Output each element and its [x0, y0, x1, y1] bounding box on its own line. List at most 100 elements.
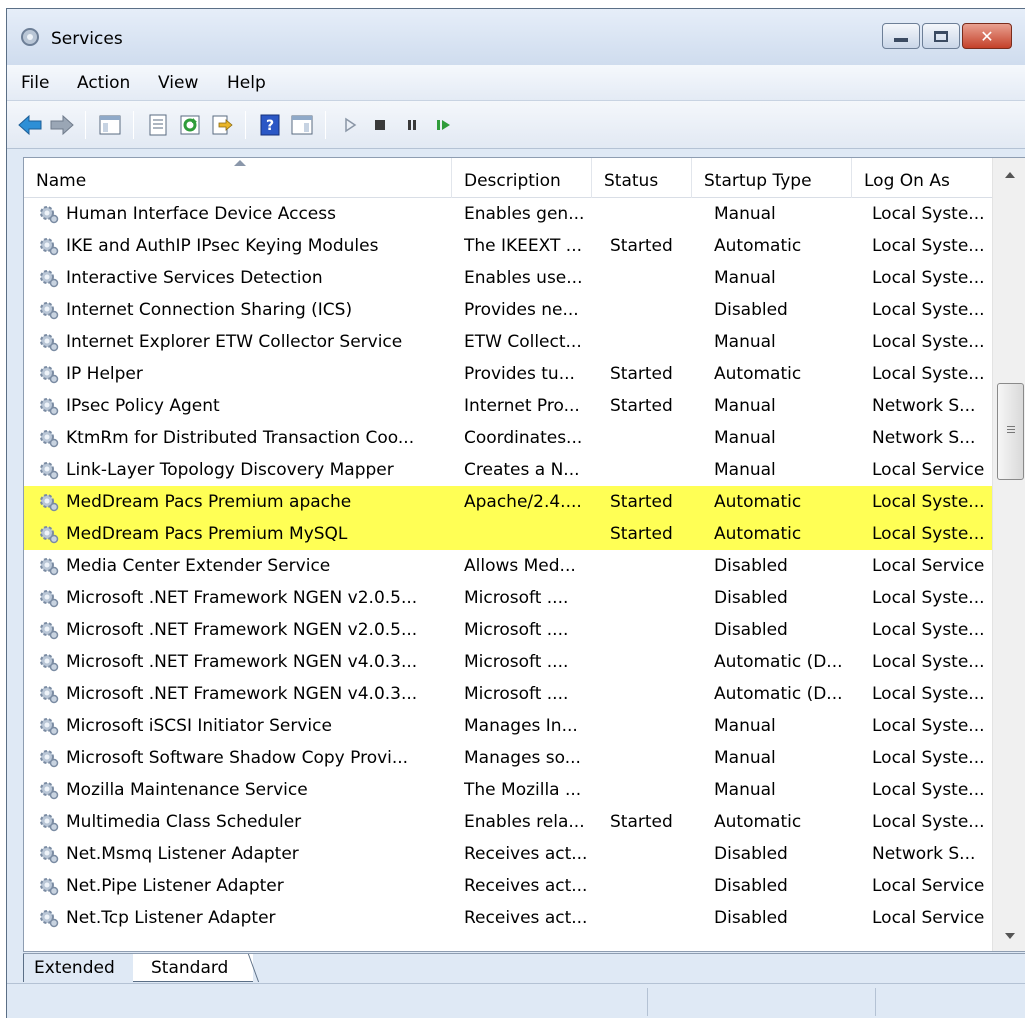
service-row[interactable]: IP Helper Provides tu... Started Automatic L…	[24, 358, 992, 390]
service-row[interactable]: Interactive Services Detection Enables us…	[24, 262, 992, 294]
menu-file[interactable]: File	[21, 73, 49, 93]
start-service-button[interactable]	[337, 112, 363, 138]
column-header-startup-type[interactable]: Startup Type	[692, 158, 852, 198]
service-row[interactable]: Microsoft .NET Framework NGEN v2.0.5... M…	[24, 582, 992, 614]
tab-extended[interactable]: Extended	[23, 954, 133, 982]
service-row[interactable]: Net.Tcp Listener Adapter Receives act... D…	[24, 902, 992, 934]
cell-startup: Automatic	[714, 492, 802, 512]
service-row[interactable]: Media Center Extender Service Allows Med.…	[24, 550, 992, 582]
service-gear-icon	[40, 718, 59, 736]
menu-help[interactable]: Help	[227, 73, 266, 93]
service-row[interactable]: Microsoft .NET Framework NGEN v4.0.3... M…	[24, 678, 992, 710]
cell-name: Net.Pipe Listener Adapter	[66, 876, 284, 896]
vertical-scrollbar[interactable]	[992, 158, 1025, 951]
cell-name: Microsoft iSCSI Initiator Service	[66, 716, 332, 736]
service-row[interactable]: Internet Explorer ETW Collector Service E…	[24, 326, 992, 358]
help-icon: ?	[260, 114, 280, 136]
menu-view[interactable]: View	[158, 73, 198, 93]
cell-description: The Mozilla ...	[464, 780, 582, 800]
service-row[interactable]: Multimedia Class Scheduler Enables rela..…	[24, 806, 992, 838]
list-header: Name Description Status Startup Type Log…	[24, 158, 992, 198]
service-row[interactable]: KtmRm for Distributed Transaction Coo...…	[24, 422, 992, 454]
cell-name: IPsec Policy Agent	[66, 396, 220, 416]
cell-startup: Manual	[714, 396, 776, 416]
cell-description: Receives act...	[464, 876, 588, 896]
cell-logon: Local Service	[872, 908, 985, 928]
cell-startup: Automatic	[714, 524, 802, 544]
cell-description: Provides tu...	[464, 364, 575, 384]
maximize-button[interactable]	[922, 23, 960, 49]
menu-action[interactable]: Action	[77, 73, 130, 93]
service-row[interactable]: Internet Connection Sharing (ICS) Provide…	[24, 294, 992, 326]
cell-status: Started	[610, 812, 673, 832]
service-row[interactable]: IPsec Policy Agent Internet Pro... Started…	[24, 390, 992, 422]
service-row[interactable]: IKE and AuthIP IPsec Keying Modules The I…	[24, 230, 992, 262]
restart-service-button[interactable]	[431, 112, 457, 138]
window-title: Services	[51, 29, 123, 49]
scroll-down-icon[interactable]	[1005, 933, 1015, 939]
service-row[interactable]: Net.Msmq Listener Adapter Receives act...…	[24, 838, 992, 870]
services-list: Name Description Status Startup Type Log…	[23, 157, 1025, 952]
cell-status: Started	[610, 492, 673, 512]
cell-startup: Disabled	[714, 556, 788, 576]
refresh-button[interactable]	[177, 112, 203, 138]
minimize-button[interactable]	[882, 23, 920, 49]
scroll-up-icon[interactable]	[1005, 172, 1015, 178]
service-gear-icon	[40, 398, 59, 416]
show-console-tree-button[interactable]	[97, 112, 123, 138]
forward-button[interactable]	[49, 112, 75, 138]
column-header-name[interactable]: Name	[24, 158, 452, 198]
column-header-description[interactable]: Description	[452, 158, 592, 198]
grip-icon	[1007, 426, 1015, 427]
cell-startup: Manual	[714, 780, 776, 800]
column-header-status[interactable]: Status	[592, 158, 692, 198]
cell-startup: Manual	[714, 716, 776, 736]
service-gear-icon	[40, 878, 59, 896]
service-row[interactable]: Microsoft Software Shadow Copy Provi... M…	[24, 742, 992, 774]
stop-service-button[interactable]	[367, 112, 393, 138]
cell-status: Started	[610, 236, 673, 256]
cell-name: Net.Tcp Listener Adapter	[66, 908, 276, 928]
service-row[interactable]: Microsoft .NET Framework NGEN v4.0.3... M…	[24, 646, 992, 678]
service-gear-icon	[40, 782, 59, 800]
cell-logon: Local Service	[872, 556, 985, 576]
service-row[interactable]: Microsoft .NET Framework NGEN v2.0.5... M…	[24, 614, 992, 646]
service-row[interactable]: Link-Layer Topology Discovery Mapper Crea…	[24, 454, 992, 486]
cell-startup: Disabled	[714, 620, 788, 640]
pause-service-button[interactable]	[399, 112, 425, 138]
service-row[interactable]: Microsoft iSCSI Initiator Service Manages…	[24, 710, 992, 742]
cell-name: Human Interface Device Access	[66, 204, 336, 224]
service-row[interactable]: Human Interface Device Access Enables gen…	[24, 198, 992, 230]
play-icon	[345, 117, 357, 133]
service-row[interactable]: Mozilla Maintenance Service The Mozilla .…	[24, 774, 992, 806]
cell-logon: Local Syste...	[872, 780, 985, 800]
cell-name: Multimedia Class Scheduler	[66, 812, 302, 832]
cell-startup: Automatic (D...	[714, 684, 843, 704]
close-button[interactable]: ✕	[962, 23, 1012, 49]
service-row[interactable]: MedDream Pacs Premium MySQL Started Automa…	[24, 518, 992, 550]
back-button[interactable]	[17, 112, 43, 138]
close-icon: ✕	[980, 26, 994, 46]
cell-description: Provides ne...	[464, 300, 579, 320]
service-row[interactable]: MedDream Pacs Premium apache Apache/2.4..…	[24, 486, 992, 518]
cell-logon: Network S...	[872, 396, 976, 416]
cell-logon: Local Syste...	[872, 204, 985, 224]
cell-description: Enables gen...	[464, 204, 585, 224]
tab-standard[interactable]: Standard	[133, 954, 253, 982]
service-gear-icon	[40, 654, 59, 672]
scroll-thumb[interactable]	[997, 383, 1024, 480]
service-gear-icon	[40, 462, 59, 480]
properties-button[interactable]	[145, 112, 171, 138]
export-list-button[interactable]	[209, 112, 235, 138]
service-gear-icon	[40, 526, 59, 544]
cell-startup: Disabled	[714, 588, 788, 608]
help-button[interactable]: ?	[257, 112, 283, 138]
show-action-pane-button[interactable]	[289, 112, 315, 138]
service-row[interactable]: Net.Pipe Listener Adapter Receives act...…	[24, 870, 992, 902]
cell-description: Enables use...	[464, 268, 583, 288]
cell-name: MedDream Pacs Premium apache	[66, 492, 352, 512]
cell-startup: Manual	[714, 204, 776, 224]
column-header-log-on-as[interactable]: Log On As	[852, 158, 992, 198]
cell-logon: Local Syste...	[872, 332, 985, 352]
cell-description: The IKEEXT ...	[464, 236, 583, 256]
